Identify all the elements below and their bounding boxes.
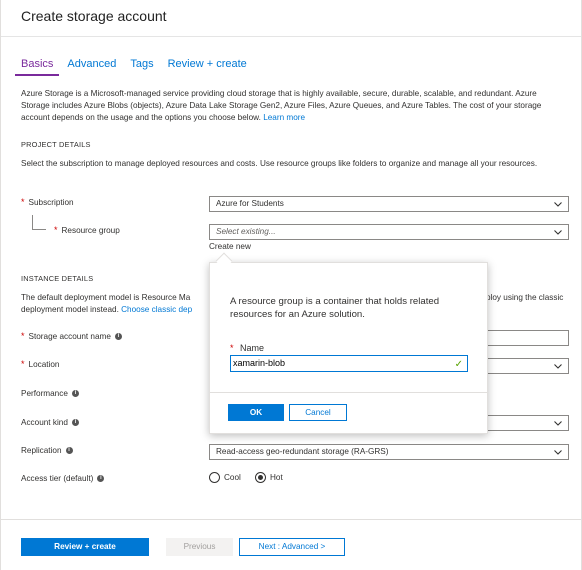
page-title: Create storage account — [21, 8, 167, 24]
subscription-label-text: Subscription — [28, 197, 74, 207]
instance-description-left: The default deployment model is Resource… — [21, 293, 191, 302]
chevron-down-icon — [554, 419, 562, 427]
radio-circle — [209, 472, 220, 483]
resource-group-name-input[interactable]: xamarin-blob ✓ — [230, 355, 468, 372]
tree-connector — [32, 215, 46, 230]
callout-divider — [210, 392, 487, 393]
learn-more-link[interactable]: Learn more — [263, 113, 305, 122]
location-label-text: Location — [28, 359, 60, 369]
create-resource-group-callout: A resource group is a container that hol… — [209, 262, 488, 434]
chevron-down-icon — [554, 448, 562, 456]
required-marker: * — [54, 225, 58, 235]
replication-select[interactable]: Read-access geo-redundant storage (RA-GR… — [209, 444, 569, 460]
choose-classic-link[interactable]: Choose classic dep — [121, 305, 192, 314]
storage-account-name-label: * Storage account name i — [21, 331, 122, 341]
resource-group-name-value: xamarin-blob — [233, 358, 286, 368]
access-tier-cool-label: Cool — [224, 473, 241, 482]
intro-text: Azure Storage is a Microsoft-managed ser… — [21, 88, 566, 124]
access-tier-hot-label: Hot — [270, 473, 283, 482]
subscription-select[interactable]: Azure for Students — [209, 196, 569, 212]
required-marker: * — [230, 343, 234, 353]
account-kind-label: Account kind i — [21, 418, 79, 427]
resource-group-placeholder: Select existing... — [216, 227, 276, 236]
resource-group-label-text: Resource group — [61, 225, 120, 235]
tab-bar: Basics Advanced Tags Review + create — [15, 58, 261, 76]
create-new-link[interactable]: Create new — [209, 242, 251, 251]
instance-description-line2: deployment model instead. — [21, 305, 119, 314]
next-advanced-button[interactable]: Next : Advanced > — [239, 538, 345, 556]
info-icon[interactable]: i — [114, 332, 122, 340]
access-tier-hot-radio[interactable]: Hot — [255, 472, 283, 483]
chevron-down-icon — [554, 228, 562, 236]
ok-button[interactable]: OK — [228, 404, 284, 421]
resource-group-label: * Resource group — [54, 225, 120, 235]
replication-label-text: Replication — [21, 446, 62, 455]
name-field-label-text: Name — [240, 343, 265, 353]
radio-circle-selected — [255, 472, 266, 483]
instance-details-heading: INSTANCE DETAILS — [21, 274, 94, 283]
project-details-heading: PROJECT DETAILS — [21, 140, 91, 149]
instance-description-right: ploy using the classic — [486, 293, 564, 302]
access-tier-cool-radio[interactable]: Cool — [209, 472, 241, 483]
chevron-down-icon — [554, 362, 562, 370]
subscription-value: Azure for Students — [216, 199, 284, 208]
cancel-button[interactable]: Cancel — [289, 404, 347, 421]
location-label: * Location — [21, 359, 59, 369]
access-tier-label: Access tier (default) i — [21, 474, 105, 483]
required-marker: * — [21, 331, 25, 341]
info-icon[interactable]: i — [97, 475, 105, 482]
resource-group-select[interactable]: Select existing... — [209, 224, 569, 240]
info-icon[interactable]: i — [65, 447, 73, 454]
subscription-label: * Subscription — [21, 197, 74, 207]
review-create-button[interactable]: Review + create — [21, 538, 149, 556]
performance-label: Performance i — [21, 389, 79, 398]
required-marker: * — [21, 197, 25, 207]
tab-basics[interactable]: Basics — [15, 58, 60, 76]
tab-review-create[interactable]: Review + create — [168, 58, 247, 76]
info-icon[interactable]: i — [71, 390, 79, 397]
chevron-down-icon — [554, 200, 562, 208]
footer-divider — [1, 519, 581, 520]
required-marker: * — [21, 359, 25, 369]
name-field-label: * Name — [230, 343, 264, 353]
storage-account-name-text: Storage account name — [28, 331, 111, 341]
tab-advanced[interactable]: Advanced — [67, 58, 116, 76]
info-icon[interactable]: i — [71, 419, 79, 426]
checkmark-icon: ✓ — [454, 359, 463, 370]
replication-value: Read-access geo-redundant storage (RA-GR… — [216, 447, 389, 456]
previous-button[interactable]: Previous — [166, 538, 233, 556]
replication-label: Replication i — [21, 446, 73, 455]
callout-description: A resource group is a container that hol… — [230, 296, 440, 320]
performance-label-text: Performance — [21, 389, 68, 398]
tab-tags[interactable]: Tags — [130, 58, 153, 76]
account-kind-label-text: Account kind — [21, 418, 68, 427]
project-details-description: Select the subscription to manage deploy… — [21, 159, 538, 168]
create-storage-blade: Create storage account Basics Advanced T… — [0, 0, 582, 570]
title-divider — [1, 36, 581, 37]
access-tier-label-text: Access tier (default) — [21, 474, 94, 483]
